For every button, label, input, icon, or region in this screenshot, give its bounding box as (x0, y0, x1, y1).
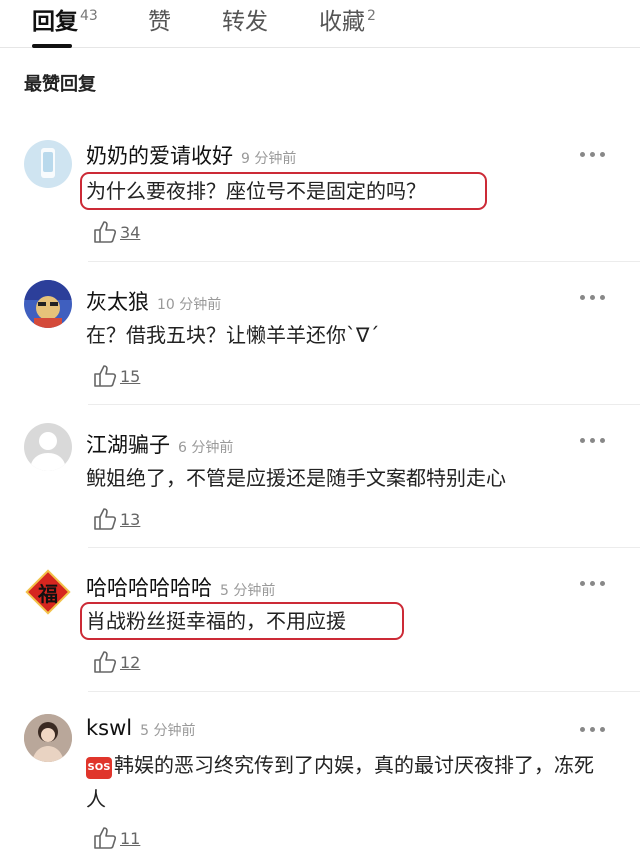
tab-favorites[interactable]: 收藏 2 (319, 2, 376, 36)
tab-label: 回复 (32, 9, 78, 35)
like-button[interactable]: 34 (92, 220, 140, 244)
avatar[interactable] (24, 280, 72, 328)
tab-count: 43 (80, 8, 98, 24)
avatar[interactable]: 福 (24, 568, 72, 616)
like-button[interactable]: 15 (92, 364, 140, 388)
more-dots-icon[interactable] (580, 152, 606, 158)
username[interactable]: kswl 5 分钟前 (86, 716, 195, 740)
tab-bar: 回复 43 赞 转发 收藏 2 (0, 0, 640, 48)
username[interactable]: 灰太狼 10 分钟前 (86, 286, 221, 316)
tab-count: 2 (367, 8, 376, 24)
comment-time: 5 分钟前 (140, 723, 196, 739)
comment-text: 鲵姐绝了，不管是应援还是随手文案都特别走心 (86, 466, 506, 490)
like-button[interactable]: 11 (92, 826, 140, 850)
like-count: 11 (120, 828, 141, 848)
active-tab-indicator (32, 44, 72, 48)
comment-text: 在？借我五块？让懒羊羊还你`∇´ (86, 323, 380, 347)
section-title: 最赞回复 (24, 74, 96, 95)
comment-time: 6 分钟前 (178, 440, 234, 456)
more-dots-icon[interactable] (580, 295, 606, 301)
avatar[interactable] (24, 714, 72, 762)
comment-item: kswl 5 分钟前 SOS 韩娱的恶习终究传到了内娱，真的最讨厌夜排了，冻死人 1… (0, 692, 640, 851)
more-dots-icon[interactable] (580, 438, 606, 444)
like-count: 13 (120, 509, 141, 529)
sos-badge: SOS (86, 757, 112, 779)
tab-label: 赞 (148, 9, 171, 35)
username[interactable]: 江湖骗子 6 分钟前 (86, 429, 233, 459)
thumbs-up-icon (94, 508, 117, 530)
more-dots-icon[interactable] (580, 727, 606, 733)
like-count: 12 (120, 652, 141, 672)
comment-time: 9 分钟前 (241, 151, 297, 167)
tab-replies[interactable]: 回复 43 (32, 2, 98, 36)
thumbs-up-icon (94, 221, 117, 243)
tab-label: 收藏 (319, 9, 365, 35)
comment-item: 奶奶的爱请收好 9 分钟前 为什么要夜排？座位号不是固定的吗？ 34 (0, 128, 640, 262)
avatar[interactable] (24, 423, 72, 471)
username[interactable]: 奶奶的爱请收好 9 分钟前 (86, 140, 296, 170)
like-count: 15 (120, 366, 141, 386)
comment-time: 10 分钟前 (157, 297, 222, 313)
tab-likes[interactable]: 赞 (148, 2, 171, 36)
comment-time: 5 分钟前 (220, 583, 276, 599)
comment-item: 福 哈哈哈哈哈哈 5 分钟前 肖战粉丝挺幸福的，不用应援 12 (0, 548, 640, 692)
thumbs-up-icon (94, 651, 117, 673)
like-button[interactable]: 12 (92, 650, 140, 674)
highlight-box (80, 172, 487, 210)
fu-character: 福 (38, 582, 58, 606)
tab-label: 转发 (222, 9, 268, 35)
comment-item: 灰太狼 10 分钟前 在？借我五块？让懒羊羊还你`∇´ 15 (0, 262, 640, 405)
more-dots-icon[interactable] (580, 581, 606, 587)
avatar[interactable] (24, 140, 72, 188)
highlight-box (80, 602, 404, 640)
tab-reposts[interactable]: 转发 (222, 2, 268, 36)
like-count: 34 (120, 222, 141, 242)
thumbs-up-icon (94, 365, 117, 387)
like-button[interactable]: 13 (92, 507, 140, 531)
comment-text: SOS 韩娱的恶习终究传到了内娱，真的最讨厌夜排了，冻死人 (86, 753, 594, 811)
comment-item: 江湖骗子 6 分钟前 鲵姐绝了，不管是应援还是随手文案都特别走心 13 (0, 405, 640, 548)
thumbs-up-icon (94, 827, 117, 849)
username[interactable]: 哈哈哈哈哈哈 5 分钟前 (86, 572, 275, 602)
